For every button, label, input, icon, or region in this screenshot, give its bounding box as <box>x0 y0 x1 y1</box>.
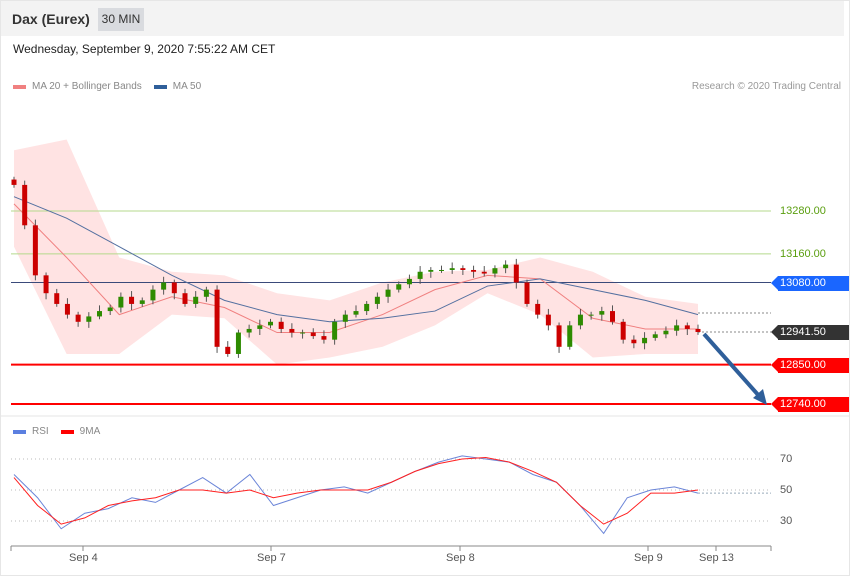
candle <box>428 269 434 272</box>
resistance-1-label: 13160.00 <box>780 248 826 260</box>
candle <box>342 314 348 322</box>
candle <box>235 332 241 354</box>
candle <box>225 346 231 354</box>
candle <box>22 184 28 226</box>
candle <box>86 316 92 322</box>
candle <box>417 271 423 279</box>
candle <box>97 311 102 317</box>
x-label: Sep 13 <box>699 552 734 564</box>
candle <box>513 264 519 283</box>
pivot-tag: 13080.00 <box>771 276 849 291</box>
candle <box>129 296 135 304</box>
support-1-tag: 12850.00 <box>771 358 849 373</box>
candle <box>620 321 626 340</box>
candle <box>449 268 455 270</box>
candle <box>374 296 380 304</box>
x-label: Sep 9 <box>634 552 663 564</box>
candle <box>524 282 530 304</box>
candle <box>674 325 680 331</box>
candle <box>353 311 359 315</box>
candle <box>43 275 49 294</box>
candle <box>471 269 477 272</box>
candle <box>684 325 690 329</box>
candle <box>663 330 669 335</box>
rsi-tick-70: 70 <box>780 453 793 465</box>
candle <box>695 328 701 332</box>
candle <box>588 314 594 316</box>
candle <box>182 293 188 304</box>
candle <box>75 314 81 322</box>
candle <box>503 264 509 269</box>
rsi-tick-30: 30 <box>780 515 793 527</box>
candle <box>567 325 573 347</box>
rsi-tick-50: 50 <box>780 484 793 496</box>
candle <box>364 303 370 312</box>
candle <box>161 282 167 290</box>
candle <box>652 334 658 338</box>
candle <box>321 336 327 340</box>
candle <box>492 268 498 274</box>
candle <box>289 328 295 333</box>
candle <box>332 321 338 340</box>
x-label: Sep 4 <box>69 552 98 564</box>
candle <box>577 314 583 326</box>
candle <box>54 293 60 304</box>
candle <box>545 314 551 326</box>
candle <box>150 289 156 301</box>
candle <box>300 332 306 334</box>
candle <box>481 271 487 274</box>
candle <box>631 339 637 344</box>
candle <box>107 307 113 312</box>
candle <box>310 332 316 337</box>
candle <box>278 321 284 329</box>
candle <box>171 282 177 294</box>
last-price-tag: 12941.50 <box>771 325 849 340</box>
candle <box>599 311 605 315</box>
candle <box>460 268 466 270</box>
candle <box>32 225 38 276</box>
support-2-tag: 12740.00 <box>771 397 849 412</box>
candle <box>396 284 402 290</box>
candle <box>11 179 17 185</box>
candle <box>64 303 70 315</box>
candle <box>214 289 220 347</box>
candle <box>203 289 209 297</box>
candle <box>535 303 541 315</box>
candle <box>268 321 273 326</box>
candle <box>556 325 562 347</box>
rsi-line <box>13 455 699 535</box>
candle <box>139 300 145 304</box>
candle <box>257 325 263 329</box>
candle <box>406 278 412 285</box>
candle <box>193 296 199 304</box>
candle <box>118 296 124 308</box>
candle <box>642 337 648 344</box>
resistance-2-label: 13280.00 <box>780 205 826 217</box>
candle <box>610 311 615 322</box>
bollinger-band <box>14 139 698 365</box>
rsi-ma9-line <box>13 456 699 525</box>
candle <box>439 269 444 271</box>
x-label: Sep 8 <box>446 552 475 564</box>
x-label: Sep 7 <box>257 552 286 564</box>
price-chart <box>0 139 850 551</box>
candle <box>385 289 391 297</box>
candle <box>246 328 252 333</box>
